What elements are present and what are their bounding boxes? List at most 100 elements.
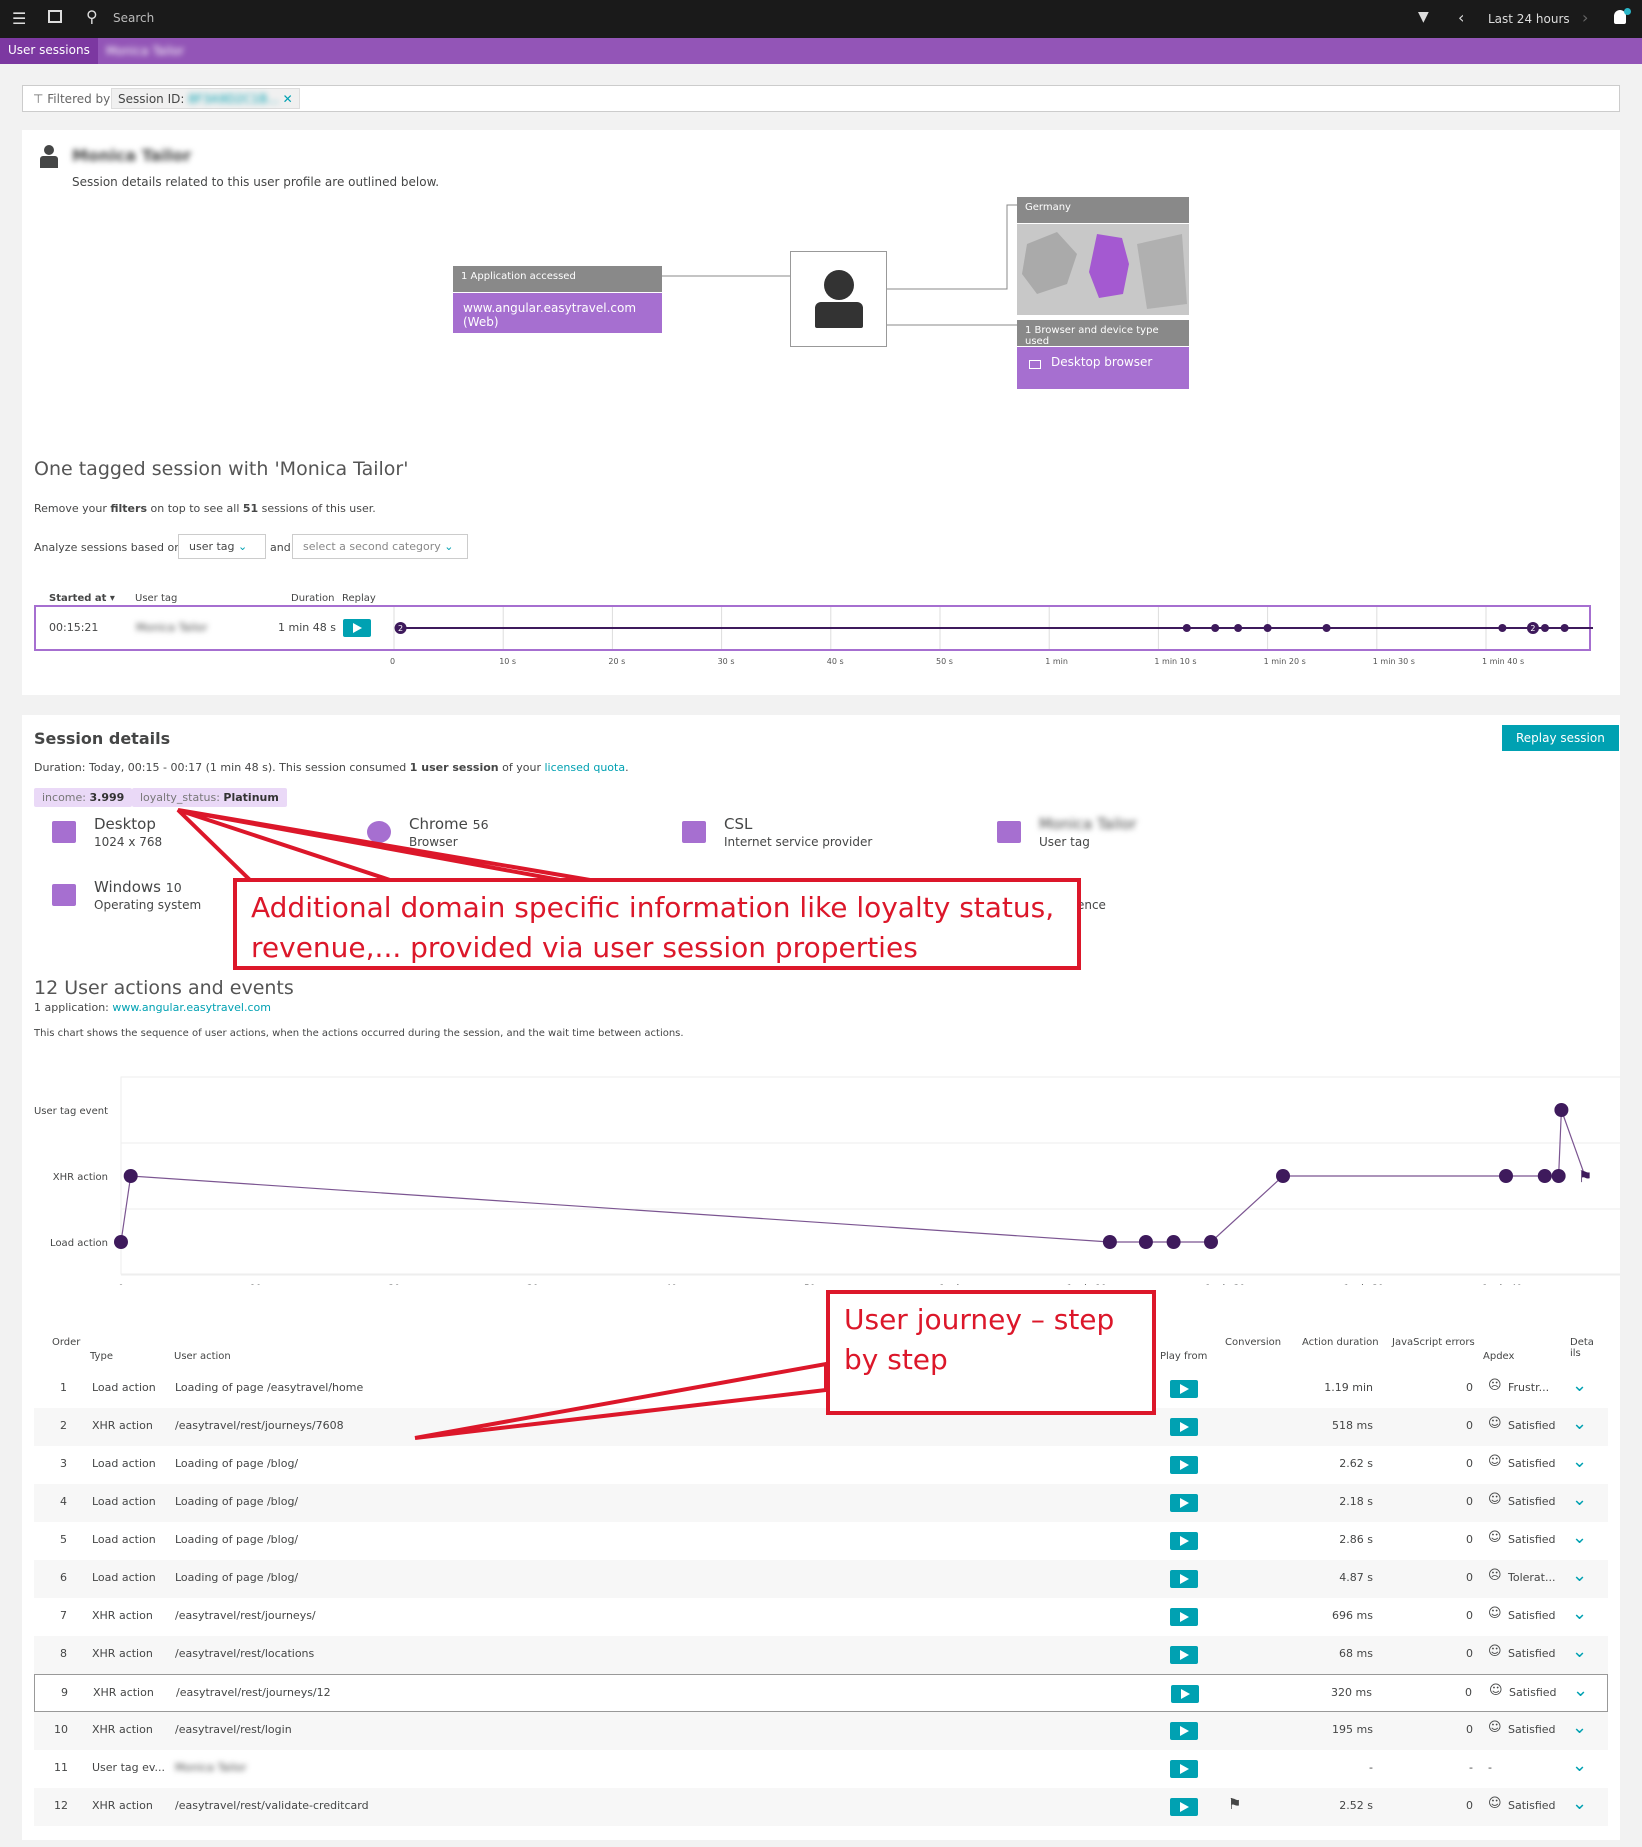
chevron-down-icon[interactable]: ⌄: [1572, 1413, 1587, 1434]
close-icon[interactable]: ✕: [283, 92, 293, 106]
chevron-down-icon[interactable]: ⌄: [1572, 1489, 1587, 1510]
action-point[interactable]: [1276, 1169, 1291, 1183]
action-point[interactable]: [1102, 1235, 1117, 1249]
timeline-event[interactable]: [1560, 624, 1569, 632]
play-from-button[interactable]: [1170, 1456, 1198, 1474]
timeline-event[interactable]: [1234, 624, 1243, 632]
table-row[interactable]: 7 XHR action /easytravel/rest/journeys/ …: [34, 1598, 1608, 1636]
table-row[interactable]: 5 Load action Loading of page /blog/ 2.8…: [34, 1522, 1608, 1560]
table-row[interactable]: 3 Load action Loading of page /blog/ 2.6…: [34, 1446, 1608, 1484]
col-duration[interactable]: Action duration: [1302, 1337, 1379, 1348]
action-cell[interactable]: /easytravel/rest/journeys/12: [176, 1686, 331, 1699]
first-category-dropdown[interactable]: user tag ⌄: [178, 534, 266, 559]
timeline-tick: 1 min 10 s: [1154, 657, 1197, 666]
licensed-quota-link[interactable]: licensed quota: [544, 761, 625, 774]
chevron-down-icon[interactable]: ⌄: [1572, 1793, 1587, 1814]
table-row[interactable]: 1 Load action Loading of page /easytrave…: [34, 1370, 1608, 1408]
play-from-button[interactable]: [1170, 1760, 1198, 1778]
play-from-button[interactable]: [1170, 1532, 1198, 1550]
application-link[interactable]: www.angular.easytravel.com: [112, 1001, 271, 1014]
chevron-down-icon[interactable]: ⌄: [1572, 1717, 1587, 1738]
timeline-event[interactable]: [1211, 624, 1220, 632]
table-row[interactable]: 12 XHR action /easytravel/rest/validate-…: [34, 1788, 1608, 1826]
session-row[interactable]: 00:15:21 Monica Tailor 1 min 48 s 22: [34, 605, 1593, 651]
action-cell[interactable]: /easytravel/rest/journeys/7608: [175, 1419, 344, 1432]
chevron-down-icon[interactable]: ⌄: [1572, 1527, 1587, 1548]
chevron-down-icon[interactable]: ⌄: [1572, 1451, 1587, 1472]
action-point[interactable]: [1138, 1235, 1153, 1249]
col-apdex[interactable]: Apdex: [1483, 1351, 1514, 1362]
chevron-down-icon[interactable]: ⌄: [1573, 1680, 1588, 1701]
second-category-dropdown[interactable]: select a second category ⌄: [292, 534, 468, 559]
action-cell[interactable]: Loading of page /blog/: [175, 1571, 298, 1584]
conversion-flag-icon[interactable]: ⚑: [1578, 1167, 1592, 1186]
search-input[interactable]: Search: [113, 11, 154, 25]
play-from-button[interactable]: [1170, 1494, 1198, 1512]
action-point[interactable]: [123, 1169, 138, 1183]
action-cell[interactable]: /easytravel/rest/locations: [175, 1647, 314, 1660]
search-icon[interactable]: ⚲: [86, 7, 98, 26]
chevron-down-icon[interactable]: ⌄: [1572, 1755, 1587, 1776]
chevron-down-icon[interactable]: ⌄: [1572, 1641, 1587, 1662]
filter-chip[interactable]: Session ID: 8F3A9D2C1B... ✕: [111, 88, 300, 109]
action-point[interactable]: [114, 1235, 128, 1249]
chevron-down-icon[interactable]: ⌄: [1572, 1603, 1587, 1624]
chevron-down-icon[interactable]: ⌄: [1572, 1375, 1587, 1396]
play-from-button[interactable]: [1171, 1685, 1199, 1703]
replay-session-button[interactable]: Replay session: [1502, 725, 1619, 751]
col-play[interactable]: Play from: [1160, 1351, 1207, 1362]
action-cell[interactable]: Loading of page /easytravel/home: [175, 1381, 363, 1394]
action-cell[interactable]: Loading of page /blog/: [175, 1495, 298, 1508]
timeline-event[interactable]: [1182, 624, 1191, 632]
play-from-button[interactable]: [1170, 1798, 1198, 1816]
action-cell[interactable]: /easytravel/rest/validate-creditcard: [175, 1799, 369, 1812]
col-conversion[interactable]: Conversion: [1225, 1337, 1281, 1348]
action-cell[interactable]: Monica Tailor: [175, 1761, 247, 1774]
y-tick-label: User tag event: [34, 1106, 108, 1117]
prev-timeframe-icon[interactable]: ‹: [1458, 8, 1464, 27]
timeline-event[interactable]: [1498, 624, 1507, 632]
timeline-event[interactable]: [1322, 624, 1331, 632]
filter-icon[interactable]: ▼: [1418, 9, 1429, 25]
play-from-button[interactable]: [1170, 1608, 1198, 1626]
action-cell[interactable]: /easytravel/rest/journeys/: [175, 1609, 316, 1622]
play-from-button[interactable]: [1170, 1722, 1198, 1740]
user-profile-card: Monica Tailor Session details related to…: [22, 130, 1620, 695]
play-from-button[interactable]: [1170, 1646, 1198, 1664]
table-row[interactable]: 6 Load action Loading of page /blog/ 4.8…: [34, 1560, 1608, 1598]
table-row[interactable]: 10 XHR action /easytravel/rest/login 195…: [34, 1712, 1608, 1750]
action-cell[interactable]: /easytravel/rest/login: [175, 1723, 292, 1736]
menu-icon[interactable]: ☰: [12, 9, 26, 28]
action-point[interactable]: [1551, 1169, 1566, 1183]
action-point[interactable]: [1554, 1103, 1569, 1117]
action-cell[interactable]: Loading of page /blog/: [175, 1457, 298, 1470]
action-point[interactable]: [1499, 1169, 1513, 1183]
breadcrumb-user-sessions[interactable]: User sessions: [0, 38, 98, 64]
next-timeframe-icon[interactable]: ›: [1582, 8, 1588, 27]
dashboard-icon[interactable]: [48, 10, 62, 23]
table-row[interactable]: 4 Load action Loading of page /blog/ 2.1…: [34, 1484, 1608, 1522]
action-point[interactable]: [1203, 1235, 1218, 1249]
timeframe-selector[interactable]: Last 24 hours: [1488, 12, 1570, 26]
timeline-event[interactable]: [1540, 624, 1549, 632]
col-type[interactable]: Type: [90, 1351, 113, 1362]
col-js[interactable]: JavaScript errors: [1392, 1337, 1475, 1348]
action-cell[interactable]: Loading of page /blog/: [175, 1533, 298, 1546]
action-point[interactable]: [1537, 1169, 1552, 1183]
play-from-button[interactable]: [1170, 1570, 1198, 1588]
filter-bar[interactable]: ⊤ Filtered by Session ID: 8F3A9D2C1B... …: [22, 85, 1620, 112]
col-details[interactable]: Details: [1570, 1337, 1596, 1359]
play-from-button[interactable]: [1170, 1418, 1198, 1436]
action-point[interactable]: [1166, 1235, 1181, 1249]
table-row[interactable]: 11 User tag ev... Monica Tailor - - - ⌄: [34, 1750, 1608, 1788]
col-action[interactable]: User action: [174, 1351, 231, 1362]
table-row[interactable]: 9 XHR action /easytravel/rest/journeys/1…: [34, 1674, 1608, 1712]
app-link[interactable]: www.angular.easytravel.com (Web): [453, 293, 662, 333]
chevron-down-icon[interactable]: ⌄: [1572, 1565, 1587, 1586]
col-order[interactable]: Order: [52, 1337, 80, 1348]
table-row[interactable]: 8 XHR action /easytravel/rest/locations …: [34, 1636, 1608, 1674]
play-from-button[interactable]: [1170, 1380, 1198, 1398]
table-row[interactable]: 2 XHR action /easytravel/rest/journeys/7…: [34, 1408, 1608, 1446]
col-started-at[interactable]: Started at ▾: [49, 593, 115, 604]
timeline-event[interactable]: [1263, 624, 1272, 632]
